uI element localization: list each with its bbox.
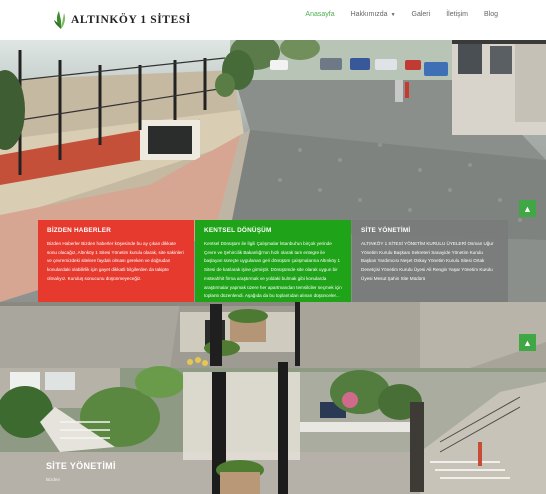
main-nav: Anasayfa Hakkımızda ▼ Galeri İletişim Bl… <box>305 11 498 18</box>
nav-item-about-label: Hakkımızda <box>350 11 388 18</box>
urban-renewal-panel-title: KENTSEL DÖNÜŞÜM <box>204 227 272 234</box>
nav-item-gallery[interactable]: Galeri <box>412 11 431 18</box>
site-management-section: ▲ SİTE YÖNETİMİ Bizden <box>0 302 546 494</box>
news-panel-title: BİZDEN HABERLER <box>47 227 112 234</box>
site-header: ALTINKÖY 1 SİTESİ Anasayfa Hakkımızda ▼ … <box>0 0 546 40</box>
site-management-panel[interactable]: SİTE YÖNETİMİ ALTINKÖY 1 SİTESİ YÖNETİM … <box>352 220 508 302</box>
chevron-down-icon: ▼ <box>390 11 396 18</box>
hero-section: BİZDEN HABERLER Bizden Haberler Bizden h… <box>0 40 546 302</box>
leaf-logo-icon <box>54 11 65 29</box>
scroll-up-button-lower[interactable]: ▲ <box>519 334 536 351</box>
section-title: SİTE YÖNETİMİ <box>46 461 116 471</box>
urban-renewal-panel[interactable]: KENTSEL DÖNÜŞÜM Kentsel Dönüşüm ile İlgi… <box>195 220 351 302</box>
nav-item-blog[interactable]: Blog <box>484 11 498 18</box>
site-management-panel-text: ALTINKÖY 1 SİTESİ YÖNETİM KURULU ÜYELERİ… <box>361 241 494 281</box>
chevron-up-icon: ▲ <box>523 337 532 348</box>
scroll-up-button[interactable]: ▲ <box>519 200 536 217</box>
news-panel[interactable]: BİZDEN HABERLER Bizden Haberler Bizden h… <box>38 220 194 302</box>
site-logo[interactable]: ALTINKÖY 1 SİTESİ <box>54 9 191 31</box>
chevron-up-icon: ▲ <box>523 203 532 214</box>
news-panel-text: Bizden Haberler Bizden haberler köşesind… <box>47 241 184 281</box>
nav-item-about[interactable]: Hakkımızda ▼ <box>351 11 396 18</box>
nav-item-home[interactable]: Anasayfa <box>305 11 334 18</box>
urban-renewal-panel-text: Kentsel Dönüşüm ile İlgili Çalışmalar İs… <box>204 241 342 299</box>
nav-item-contact[interactable]: İletişim <box>446 11 468 18</box>
brand-name: ALTINKÖY 1 SİTESİ <box>71 14 191 26</box>
section-subtitle: Bizden <box>46 477 61 482</box>
site-management-panel-title: SİTE YÖNETİMİ <box>361 227 411 234</box>
